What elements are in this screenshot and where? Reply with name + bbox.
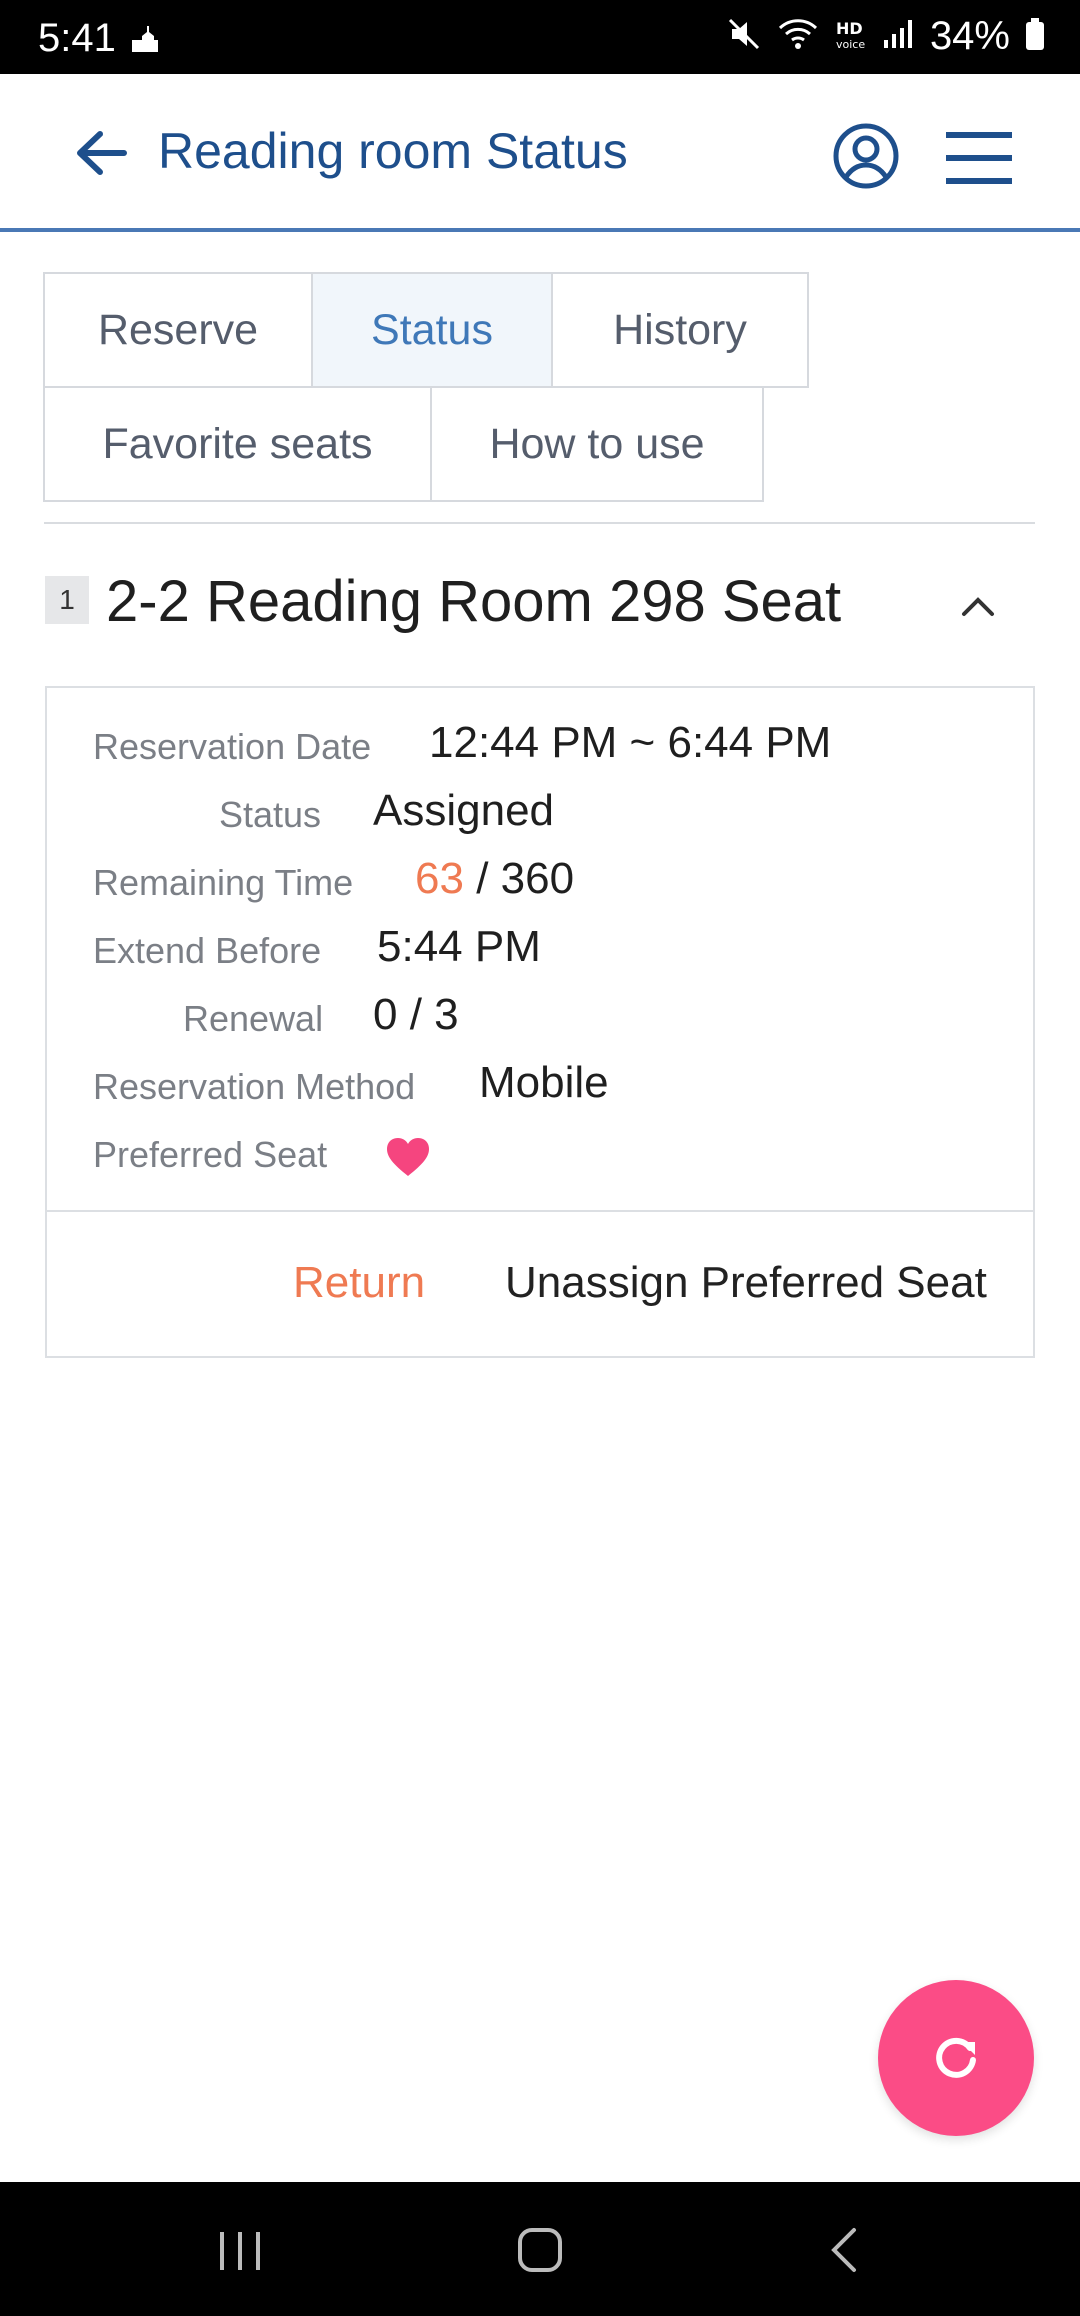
extend-before-value: 5:44 PM <box>377 922 541 971</box>
hamburger-icon <box>946 132 1012 184</box>
battery-percentage: 34% <box>929 14 1010 58</box>
page-title: Reading room Status <box>158 123 628 179</box>
status-value: Assigned <box>373 786 555 835</box>
wifi-icon <box>776 16 820 57</box>
preferred-seat-label: Preferred Seat <box>93 1134 328 1175</box>
reservation-card: Reservation Date 12:44 PM ~ 6:44 PM Stat… <box>45 686 1035 1358</box>
tab-status[interactable]: Status <box>311 272 553 388</box>
home-icon <box>518 2228 562 2272</box>
reservation-date-label: Reservation Date <box>93 726 372 767</box>
mute-icon <box>726 16 762 57</box>
back-icon <box>831 2228 856 2272</box>
home-button[interactable] <box>510 2222 570 2278</box>
hd-voice-icon: HD voice <box>834 16 868 57</box>
reservation-method-label: Reservation Method <box>93 1066 416 1107</box>
profile-button[interactable] <box>832 122 900 190</box>
card-divider <box>47 1210 1033 1212</box>
back-button[interactable] <box>72 126 132 180</box>
mosque-icon <box>128 22 162 61</box>
system-nav-bar <box>0 2182 1080 2316</box>
remaining-time-value: 63 / 360 <box>415 854 574 904</box>
recents-icon <box>220 2232 260 2270</box>
signal-icon <box>882 16 916 57</box>
arrow-left-icon <box>77 131 127 175</box>
heart-icon <box>385 1136 431 1178</box>
status-bar: 5:41 HD voice 34% <box>0 0 1080 74</box>
status-icons: HD voice 34% <box>726 14 1046 59</box>
tab-favorite-seats[interactable]: Favorite seats <box>43 386 432 502</box>
tab-how-to-use[interactable]: How to use <box>430 386 764 502</box>
reservation-date-value: 12:44 PM ~ 6:44 PM <box>429 718 832 767</box>
remaining-time-current: 63 <box>415 854 464 903</box>
tab-history[interactable]: History <box>551 272 809 388</box>
extend-before-label: Extend Before <box>93 930 322 971</box>
menu-button[interactable] <box>944 130 1014 186</box>
svg-text:voice: voice <box>836 38 865 51</box>
app-bar: Reading room Status <box>0 74 1080 232</box>
recents-button[interactable] <box>210 2222 270 2278</box>
status-label: Status <box>219 794 322 835</box>
user-circle-icon <box>833 123 899 189</box>
section-divider <box>44 522 1035 524</box>
remaining-time-total: / 360 <box>476 854 575 903</box>
system-back-button[interactable] <box>816 2222 876 2278</box>
battery-icon <box>1024 16 1046 57</box>
refresh-button[interactable] <box>878 1980 1034 2136</box>
collapse-button[interactable] <box>958 590 998 620</box>
refresh-icon <box>936 2037 976 2078</box>
return-button[interactable]: Return <box>293 1258 425 1308</box>
unassign-preferred-seat-button[interactable]: Unassign Preferred Seat <box>505 1258 987 1308</box>
chevron-up-icon <box>962 597 994 616</box>
svg-text:HD: HD <box>836 19 863 38</box>
renewal-value: 0 / 3 <box>373 990 459 1039</box>
remaining-time-label: Remaining Time <box>93 862 354 903</box>
tab-reserve[interactable]: Reserve <box>43 272 313 388</box>
status-time: 5:41 <box>38 16 116 60</box>
reservation-method-value: Mobile <box>479 1058 609 1107</box>
seat-index-badge: 1 <box>45 576 89 624</box>
renewal-label: Renewal <box>183 998 324 1039</box>
seat-title: 2-2 Reading Room 298 Seat <box>106 569 842 634</box>
